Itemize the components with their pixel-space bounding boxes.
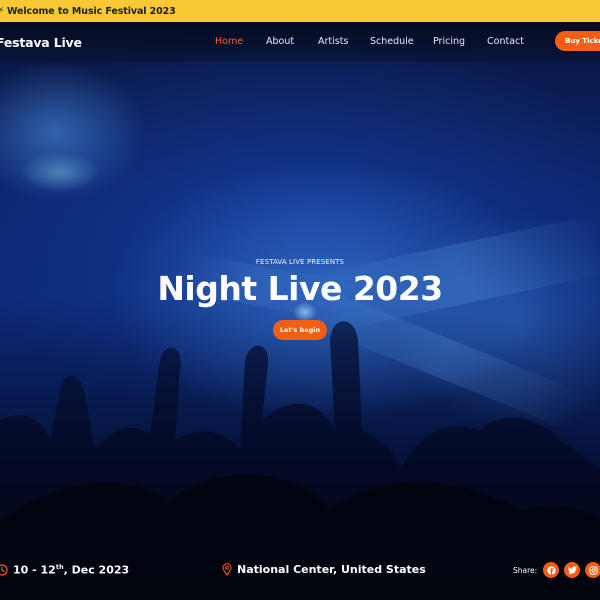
lets-begin-button[interactable]: Let's begin bbox=[273, 320, 327, 340]
nav-link-contact[interactable]: Contact bbox=[487, 36, 524, 47]
event-info-bar: 10 - 12th, Dec 2023 National Center, Uni… bbox=[0, 560, 600, 584]
twitter-icon bbox=[567, 566, 577, 574]
nav-link-artists[interactable]: Artists bbox=[318, 36, 348, 47]
share-label: Share: bbox=[513, 565, 538, 575]
bolt-icon: ⚡ bbox=[0, 6, 4, 16]
hero-presents-label: FESTAVA LIVE PRESENTS bbox=[255, 258, 345, 266]
hero-title: Night Live 2023 bbox=[157, 269, 443, 308]
event-date: 10 - 12th, Dec 2023 bbox=[0, 563, 129, 577]
nav-link-pricing[interactable]: Pricing bbox=[433, 36, 465, 47]
main-nav: Festava Live Home About Artists Schedule… bbox=[0, 22, 600, 62]
share-links: Share: bbox=[513, 562, 600, 578]
announcement-bar: ⚡ Welcome to Music Festival 2023 bbox=[0, 0, 600, 22]
nav-link-about[interactable]: About bbox=[266, 36, 294, 47]
event-location-text: National Center, United States bbox=[237, 563, 426, 576]
instagram-link[interactable] bbox=[585, 562, 600, 578]
nav-link-schedule[interactable]: Schedule bbox=[370, 36, 414, 47]
facebook-link[interactable] bbox=[543, 562, 560, 578]
clock-icon bbox=[0, 564, 8, 576]
welcome-text: Welcome to Music Festival 2023 bbox=[7, 5, 176, 17]
event-date-text: 10 - 12th, Dec 2023 bbox=[13, 563, 130, 577]
instagram-icon bbox=[589, 565, 598, 575]
hero-content: FESTAVA LIVE PRESENTS Night Live 2023 Le… bbox=[0, 258, 600, 340]
map-pin-icon bbox=[222, 563, 232, 576]
nav-links: Home About Artists Schedule Pricing Cont… bbox=[0, 36, 600, 50]
facebook-icon bbox=[547, 565, 556, 575]
buy-ticket-button[interactable]: Buy Ticket bbox=[555, 31, 600, 51]
nav-link-home[interactable]: Home bbox=[215, 36, 243, 47]
crowd-silhouette bbox=[0, 321, 600, 600]
twitter-link[interactable] bbox=[564, 562, 581, 578]
event-location: National Center, United States bbox=[222, 563, 426, 576]
